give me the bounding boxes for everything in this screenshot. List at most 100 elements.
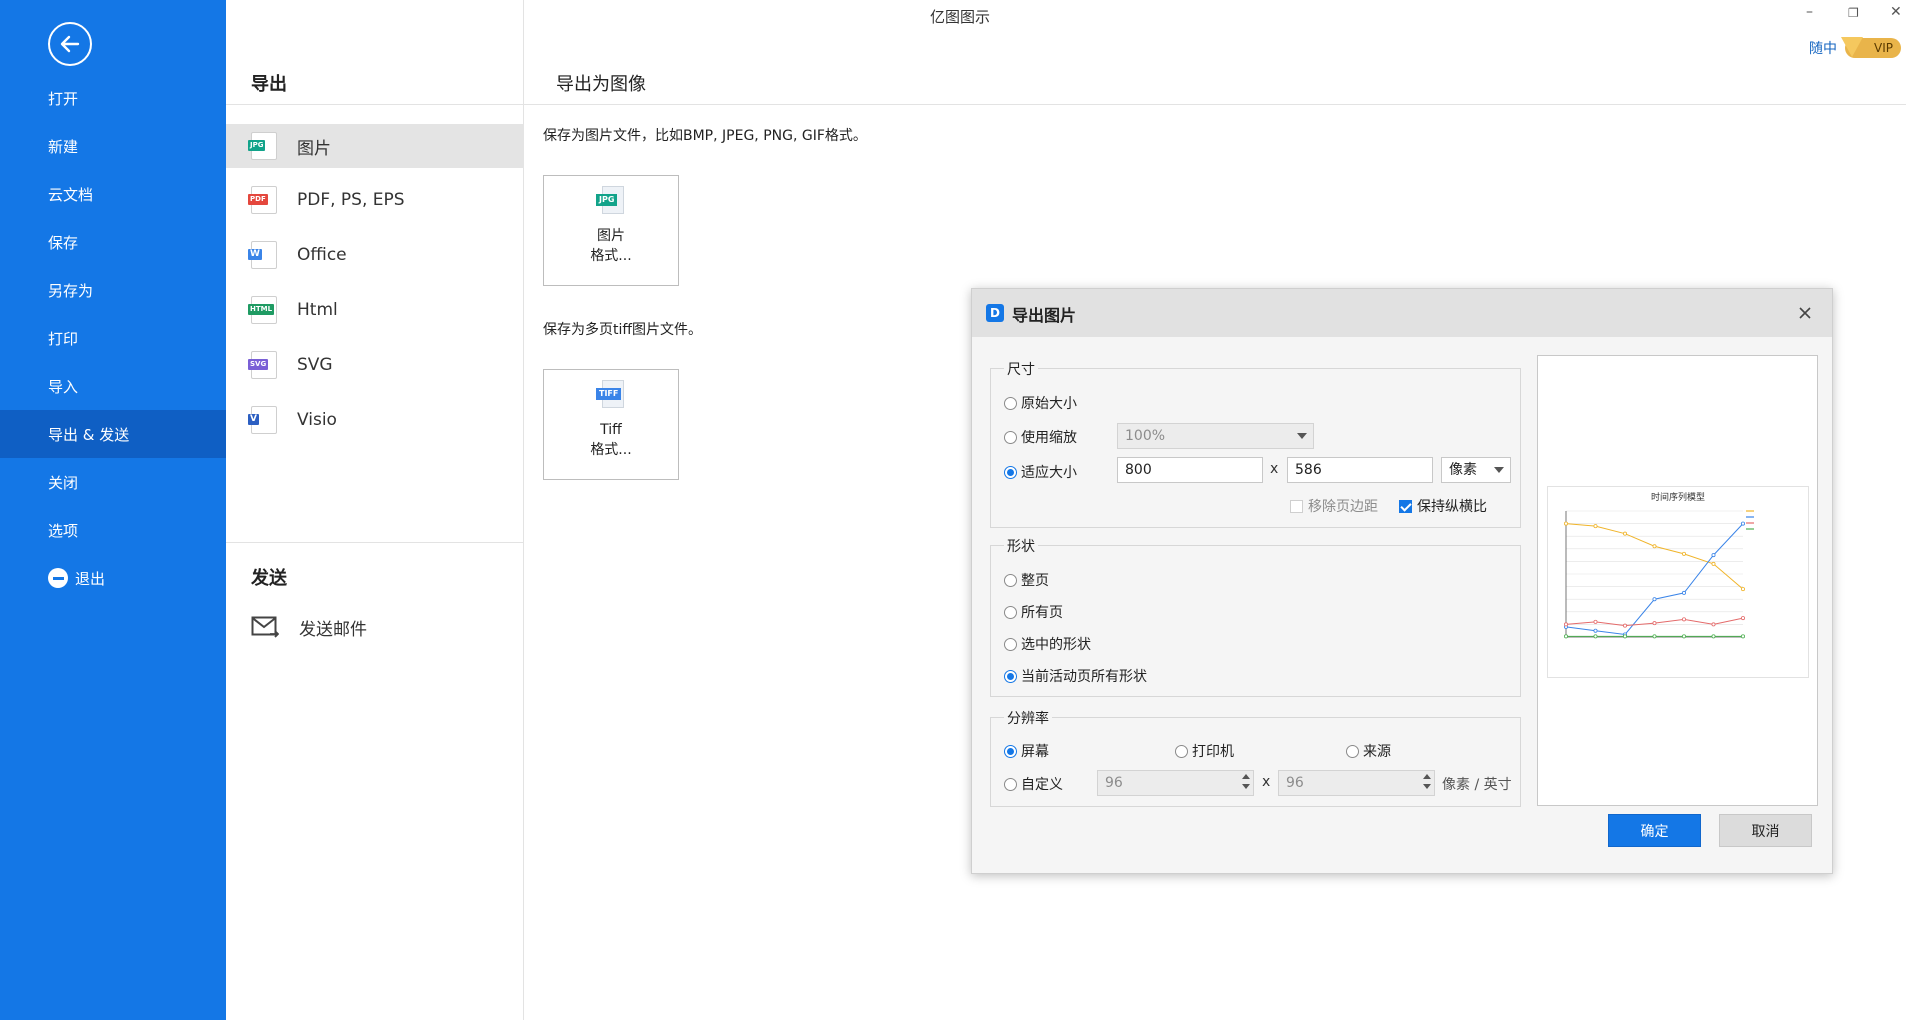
image-format-button[interactable]: JPG 图片 格式... [543,175,679,286]
page-title: 导出为图像 [556,74,646,95]
format-item-pdf[interactable]: PDF PDF, PS, EPS [226,178,524,222]
remove-margin-checkbox[interactable]: 移除页边距 [1290,496,1378,516]
image-format-description: 保存为图片文件，比如BMP, JPEG, PNG, GIF格式。 [543,128,867,144]
chart-point [1623,634,1628,639]
width-input[interactable] [1117,457,1263,483]
user-name[interactable]: 随中 [1809,38,1837,58]
pdf-file-icon: PDF [248,186,277,214]
spin-up-icon[interactable] [1242,774,1250,779]
spin-down-icon[interactable] [1423,784,1431,789]
chart-point [1711,634,1716,639]
ok-label: 确定 [1640,823,1669,840]
radio-label: 当前活动页所有形状 [1021,669,1147,685]
sidebar-item-label: 保存 [48,233,79,252]
chart-point [1711,622,1716,627]
ok-button[interactable]: 确定 [1608,814,1701,847]
sidebar-item-label: 退出 [75,569,106,588]
cancel-button[interactable]: 取消 [1719,814,1812,847]
sidebar-item-open[interactable]: 打开 [0,74,226,122]
jpg-file-icon: JPG [596,186,626,216]
chart-point [1681,551,1686,556]
card-sublabel: 格式... [590,442,632,458]
radio-label: 自定义 [1021,777,1063,793]
card-label: Tiff [600,422,622,438]
sidebar-item-new[interactable]: 新建 [0,122,226,170]
export-heading: 导出 [251,74,287,95]
spin-down-icon[interactable] [1242,784,1250,789]
sidebar: 打开 新建 云文档 保存 另存为 打印 导入 导出 & 发送 关闭 选项 退出 [0,0,226,1020]
chart-point [1593,619,1598,624]
sidebar-item-exit[interactable]: 退出 [0,554,226,602]
cancel-label: 取消 [1751,823,1780,840]
dpi-x-input[interactable] [1097,770,1254,796]
back-button[interactable] [48,22,92,66]
vip-label: VIP [1874,41,1893,55]
source-radio[interactable]: 来源 [1346,741,1391,761]
chart-title: 时间序列模型 [1651,491,1705,503]
minimize-icon[interactable]: – [1806,4,1813,20]
whole-page-radio[interactable]: 整页 [1004,570,1049,590]
dpi-y-input[interactable] [1278,770,1435,796]
sidebar-item-save[interactable]: 保存 [0,218,226,266]
screen-radio[interactable]: 屏幕 [1004,741,1049,761]
chart-point [1681,634,1686,639]
tiff-file-icon: TIFF [596,380,626,410]
all-pages-radio[interactable]: 所有页 [1004,602,1063,622]
checkbox-icon [1290,499,1303,513]
spin-up-icon[interactable] [1423,774,1431,779]
use-zoom-radio[interactable]: 使用缩放 [1004,427,1077,447]
tiff-description: 保存为多页tiff图片文件。 [543,322,703,338]
chart-point [1740,587,1745,592]
sidebar-item-import[interactable]: 导入 [0,362,226,410]
radio-icon [1004,605,1017,619]
radio-icon [1004,777,1017,791]
close-window-icon[interactable]: ✕ [1890,4,1902,20]
send-email-item[interactable]: 发送邮件 [226,605,524,649]
vip-badge[interactable]: VIP [1841,37,1901,58]
divider [524,104,1906,105]
chart-point [1681,590,1686,595]
sidebar-item-cloud[interactable]: 云文档 [0,170,226,218]
active-page-shapes-radio[interactable]: 当前活动页所有形状 [1004,666,1147,686]
sidebar-item-label: 选项 [48,521,79,540]
zoom-select[interactable]: 100% [1117,423,1314,449]
zoom-value: 100% [1125,428,1166,444]
tiff-format-button[interactable]: TIFF Tiff 格式... [543,369,679,480]
sidebar-item-close[interactable]: 关闭 [0,458,226,506]
sidebar-item-saveas[interactable]: 另存为 [0,266,226,314]
format-item-office[interactable]: W Office [226,233,524,277]
chevron-down-icon [1297,433,1307,439]
unit-value: 像素 [1449,462,1477,478]
times-symbol: x [1262,774,1271,790]
format-item-visio[interactable]: V Visio [226,398,524,442]
fit-size-radio[interactable]: 适应大小 [1004,462,1077,482]
format-item-html[interactable]: HTML Html [226,288,524,332]
card-label: 图片 [597,228,625,244]
printer-radio[interactable]: 打印机 [1175,741,1234,761]
height-input[interactable] [1287,457,1433,483]
format-item-image[interactable]: JPG 图片 [226,124,524,168]
word-file-icon: W [248,241,277,269]
sidebar-item-export[interactable]: 导出 & 发送 [0,410,226,458]
format-label: Html [297,300,338,320]
sidebar-item-options[interactable]: 选项 [0,506,226,554]
original-size-radio[interactable]: 原始大小 [1004,393,1077,413]
format-item-svg[interactable]: SVG SVG [226,343,524,387]
sidebar-item-print[interactable]: 打印 [0,314,226,362]
sidebar-item-label: 导出 & 发送 [48,425,130,444]
chart-point [1593,524,1598,529]
dialog-title: 导出图片 [1012,306,1077,325]
card-sublabel: 格式... [590,248,632,264]
close-icon[interactable] [1794,302,1816,324]
radio-icon [1004,465,1017,479]
custom-radio[interactable]: 自定义 [1004,774,1063,794]
keep-ratio-checkbox[interactable]: 保持纵横比 [1399,496,1487,516]
radio-icon [1004,744,1017,758]
chart-series-line [1565,523,1744,636]
size-group-label: 尺寸 [1004,359,1038,379]
sidebar-item-label: 云文档 [48,185,94,204]
restore-icon[interactable]: ❐ [1848,6,1859,20]
radio-label: 屏幕 [1021,744,1049,760]
radio-label: 选中的形状 [1021,637,1091,653]
selected-shapes-radio[interactable]: 选中的形状 [1004,634,1091,654]
